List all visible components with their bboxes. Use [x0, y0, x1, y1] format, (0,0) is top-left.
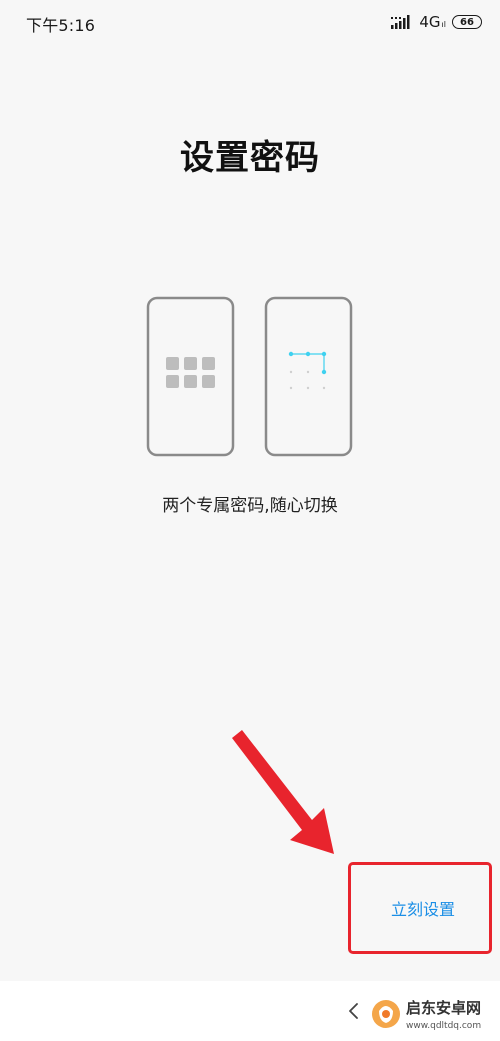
signal-icon	[391, 15, 410, 29]
status-bar: 下午5:16 4G ıl 66	[0, 0, 500, 44]
pattern-password-phone-icon	[264, 296, 353, 457]
battery-icon: 66	[452, 15, 482, 29]
back-icon[interactable]	[344, 1001, 364, 1021]
battery-level: 66	[460, 16, 474, 28]
page-subtitle: 两个专属密码,随心切换	[162, 496, 338, 516]
page-title: 设置密码	[180, 138, 320, 178]
two-phones-icon	[146, 296, 353, 457]
network-activity: ıl	[441, 19, 446, 29]
setup-password-screen: 下午5:16 4G ıl 66 设置密码 两个专属密码,随心切换 立刻设置 启东…	[0, 0, 500, 1041]
svg-text:www.qdltdq.com: www.qdltdq.com	[406, 1021, 481, 1031]
arrow-down-right-icon	[232, 730, 334, 854]
password-types-illustration	[146, 296, 356, 458]
number-password-phone-icon	[146, 296, 235, 457]
bottom-navigation-bar: 启东安卓网 www.qdltdq.com	[0, 981, 500, 1041]
status-indicators: 4G ıl 66	[391, 11, 482, 33]
network-type: 4G	[419, 13, 441, 31]
setup-now-button[interactable]: 立刻设置	[370, 890, 476, 930]
red-arrow-annotation	[226, 728, 342, 858]
svg-text:启东安卓网: 启东安卓网	[406, 999, 481, 1017]
status-time: 下午5:16	[26, 16, 96, 35]
site-watermark-logo: 启东安卓网 www.qdltdq.com	[370, 989, 500, 1039]
